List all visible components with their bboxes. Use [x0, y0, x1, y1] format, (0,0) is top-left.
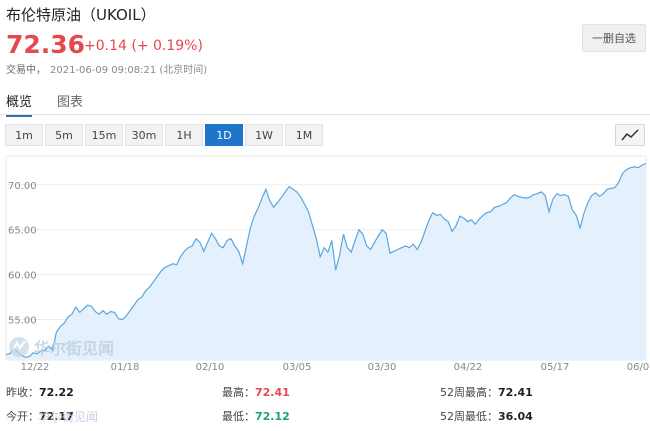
x-tick-label: 01/18: [111, 362, 140, 372]
x-tick-label: 03/05: [283, 362, 312, 372]
timeframe-15m-button[interactable]: 15m: [85, 124, 123, 146]
low52-value: 36.04: [498, 410, 533, 423]
high52-label: 52周最高：: [440, 386, 498, 399]
timeframe-toolbar: 1m 5m 15m 30m 1H 1D 1W 1M: [5, 124, 325, 146]
line-chart-icon: [621, 129, 639, 141]
low52-label: 52周最低：: [440, 410, 498, 423]
prev-close-value: 72.22: [39, 386, 74, 399]
chart-type-button[interactable]: [615, 124, 645, 146]
stat-52w-high: 52周最高：72.41: [440, 384, 533, 400]
current-price: 72.36: [6, 30, 86, 59]
stat-prev-close: 昨收：72.22: [6, 384, 74, 400]
timeframe-1m-button[interactable]: 1m: [5, 124, 43, 146]
high-label: 最高：: [222, 386, 255, 399]
timeframe-1w-button[interactable]: 1W: [245, 124, 283, 146]
stat-52w-low: 52周最低：36.04: [440, 408, 533, 424]
instrument-title: 布伦特原油（UKOIL）: [6, 6, 156, 24]
brand-logo-icon: [9, 337, 29, 357]
watermark-text-bottom: 华尔街见闻: [38, 410, 99, 424]
tab-bar: 概览 图表: [0, 88, 650, 117]
stat-low: 最低：72.12: [222, 408, 290, 424]
stat-high: 最高：72.41: [222, 384, 290, 400]
trading-status: 交易中， 2021-06-09 09:08:21 (北京时间): [6, 61, 207, 76]
status-text: 交易中，: [6, 65, 46, 76]
watermark-text: 华尔街见闻: [34, 339, 115, 358]
tab-overview[interactable]: 概览: [6, 91, 33, 117]
y-tick-label: 70.00: [8, 181, 37, 192]
x-tick-label: 03/30: [368, 362, 397, 372]
timeframe-1mo-button[interactable]: 1M: [285, 124, 323, 146]
prev-close-label: 昨收：: [6, 386, 39, 399]
x-tick-label: 06/0: [627, 362, 649, 372]
low-value: 72.12: [255, 410, 290, 423]
timeframe-30m-button[interactable]: 30m: [125, 124, 163, 146]
y-tick-label: 60.00: [8, 271, 37, 282]
price-change: +0.14 (+ 0.19%): [84, 38, 203, 54]
x-tick-label: 02/10: [196, 362, 225, 372]
x-tick-label: 04/22: [454, 362, 483, 372]
high52-value: 72.41: [498, 386, 533, 399]
x-tick-label: 05/17: [541, 362, 570, 372]
timeframe-1d-button[interactable]: 1D: [205, 124, 243, 146]
high-value: 72.41: [255, 386, 290, 399]
timestamp: 2021-06-09 09:08:21 (北京时间): [50, 65, 208, 76]
y-tick-label: 65.00: [8, 226, 37, 237]
y-tick-label: 55.00: [8, 316, 37, 327]
low-label: 最低：: [222, 410, 255, 423]
timeframe-1h-button[interactable]: 1H: [165, 124, 203, 146]
timeframe-5m-button[interactable]: 5m: [45, 124, 83, 146]
remove-watchlist-button[interactable]: 一删自选: [582, 24, 646, 52]
open-label: 今开：: [6, 410, 39, 423]
watermark-logo: 华尔街见闻: [8, 335, 114, 359]
x-tick-label: 12/22: [21, 362, 50, 372]
tab-chart[interactable]: 图表: [57, 91, 83, 110]
